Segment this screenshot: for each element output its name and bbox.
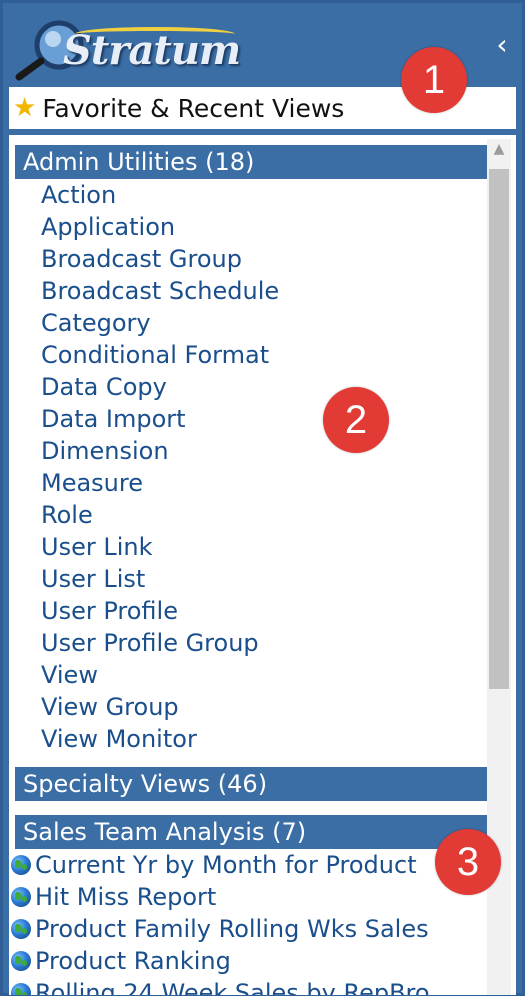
admin-item[interactable]: Action: [15, 179, 487, 211]
scroll-up-arrow-icon[interactable]: ▲: [487, 139, 511, 159]
admin-item[interactable]: Data Import: [15, 403, 487, 435]
group-header-specialty-views[interactable]: Specialty Views (46): [15, 767, 487, 801]
admin-item[interactable]: User List: [15, 563, 487, 595]
admin-item[interactable]: Category: [15, 307, 487, 339]
view-item-label: Rolling 24 Week Sales by RepBro: [35, 979, 430, 995]
admin-item[interactable]: View Monitor: [15, 723, 487, 755]
admin-item[interactable]: User Profile: [15, 595, 487, 627]
view-item[interactable]: Product Family Rolling Wks Sales: [9, 913, 487, 945]
admin-item[interactable]: User Profile Group: [15, 627, 487, 659]
globe-icon: [11, 951, 31, 971]
scroll-thumb[interactable]: [489, 169, 509, 689]
view-item-label: Product Ranking: [35, 947, 231, 975]
group-header-admin-utilities[interactable]: Admin Utilities (18): [15, 145, 487, 179]
stratum-logo: Stratum: [15, 15, 265, 81]
view-item-label: Current Yr by Month for Product: [35, 851, 417, 879]
collapse-sidebar-button[interactable]: ‹: [492, 31, 512, 61]
admin-item[interactable]: View Group: [15, 691, 487, 723]
view-item[interactable]: Rolling 24 Week Sales by RepBro: [9, 977, 487, 995]
globe-icon: [11, 983, 31, 995]
logo-text: Stratum: [63, 27, 241, 74]
admin-item[interactable]: User Link: [15, 531, 487, 563]
admin-item[interactable]: Broadcast Schedule: [15, 275, 487, 307]
admin-item[interactable]: Role: [15, 499, 487, 531]
admin-utilities-list: Action Application Broadcast Group Broad…: [15, 179, 487, 755]
annotation-badge-2: 2: [323, 387, 389, 453]
globe-icon: [11, 855, 31, 875]
globe-icon: [11, 919, 31, 939]
admin-item[interactable]: Broadcast Group: [15, 243, 487, 275]
admin-item[interactable]: Conditional Format: [15, 339, 487, 371]
chevron-left-icon: ‹: [496, 28, 508, 61]
view-item-label: Hit Miss Report: [35, 883, 217, 911]
view-item[interactable]: Current Yr by Month for Product: [9, 849, 487, 881]
annotation-badge-3: 3: [435, 829, 501, 895]
favorites-label: Favorite & Recent Views: [42, 93, 345, 123]
view-item-label: Product Family Rolling Wks Sales: [35, 915, 429, 943]
view-item[interactable]: Hit Miss Report: [9, 881, 487, 913]
view-item[interactable]: Product Ranking: [9, 945, 487, 977]
admin-item[interactable]: Data Copy: [15, 371, 487, 403]
navigation-list: Admin Utilities (18) Action Application …: [11, 145, 487, 995]
admin-item[interactable]: Measure: [15, 467, 487, 499]
admin-item[interactable]: Application: [15, 211, 487, 243]
annotation-badge-1: 1: [401, 47, 467, 113]
admin-item[interactable]: Dimension: [15, 435, 487, 467]
sales-team-list: Current Yr by Month for Product Hit Miss…: [9, 849, 487, 995]
group-header-sales-team-analysis[interactable]: Sales Team Analysis (7): [15, 815, 487, 849]
globe-icon: [11, 887, 31, 907]
star-icon: ★: [13, 93, 37, 123]
admin-item[interactable]: View: [15, 659, 487, 691]
sidebar-frame: Stratum ‹ ★ Favorite & Recent Views Admi…: [0, 0, 525, 996]
